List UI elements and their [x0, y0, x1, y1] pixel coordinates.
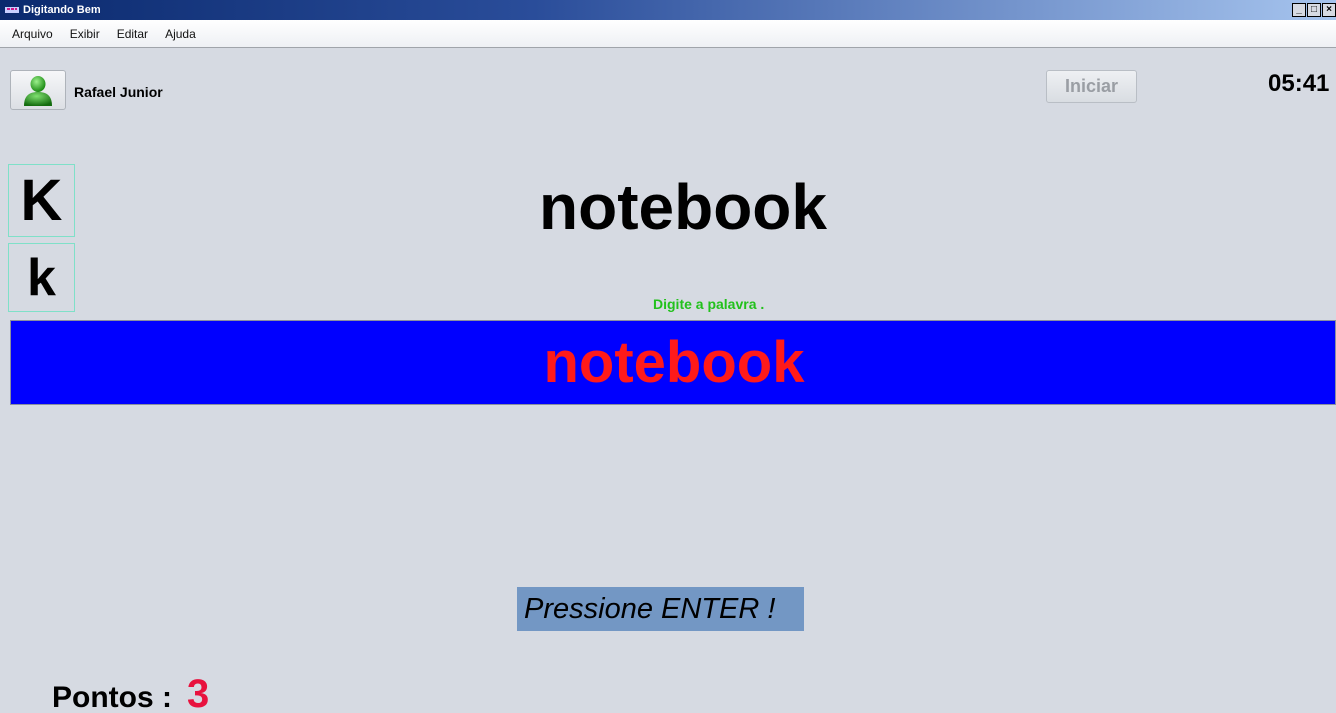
typed-word: notebook — [543, 330, 805, 395]
start-button[interactable]: Iniciar — [1046, 70, 1137, 103]
instruction-text: Digite a palavra . — [653, 296, 765, 312]
key-lowercase: k — [8, 243, 75, 312]
user-icon — [24, 76, 52, 106]
typing-area[interactable]: notebook — [10, 320, 1336, 405]
menu-exibir[interactable]: Exibir — [63, 27, 107, 41]
score-value: 3 — [187, 672, 210, 713]
window-controls: _ □ × — [1291, 3, 1336, 17]
minimize-button[interactable]: _ — [1292, 3, 1306, 17]
score-label: Pontos : — [52, 681, 172, 713]
press-enter-prompt: Pressione ENTER ! — [517, 587, 804, 631]
target-word: notebook — [539, 171, 827, 243]
timer: 05:41 — [1268, 70, 1330, 97]
menu-editar[interactable]: Editar — [110, 27, 155, 41]
menu-arquivo[interactable]: Arquivo — [5, 27, 60, 41]
window-titlebar: Digitando Bem _ □ × — [0, 0, 1336, 20]
menu-bar: Arquivo Exibir Editar Ajuda — [0, 20, 1336, 48]
close-button[interactable]: × — [1322, 3, 1336, 17]
user-avatar-button[interactable] — [10, 70, 66, 110]
menu-ajuda[interactable]: Ajuda — [158, 27, 203, 41]
app-icon — [4, 4, 20, 16]
user-name: Rafael Junior — [74, 84, 163, 100]
maximize-button[interactable]: □ — [1307, 3, 1321, 17]
window-title: Digitando Bem — [23, 4, 101, 16]
